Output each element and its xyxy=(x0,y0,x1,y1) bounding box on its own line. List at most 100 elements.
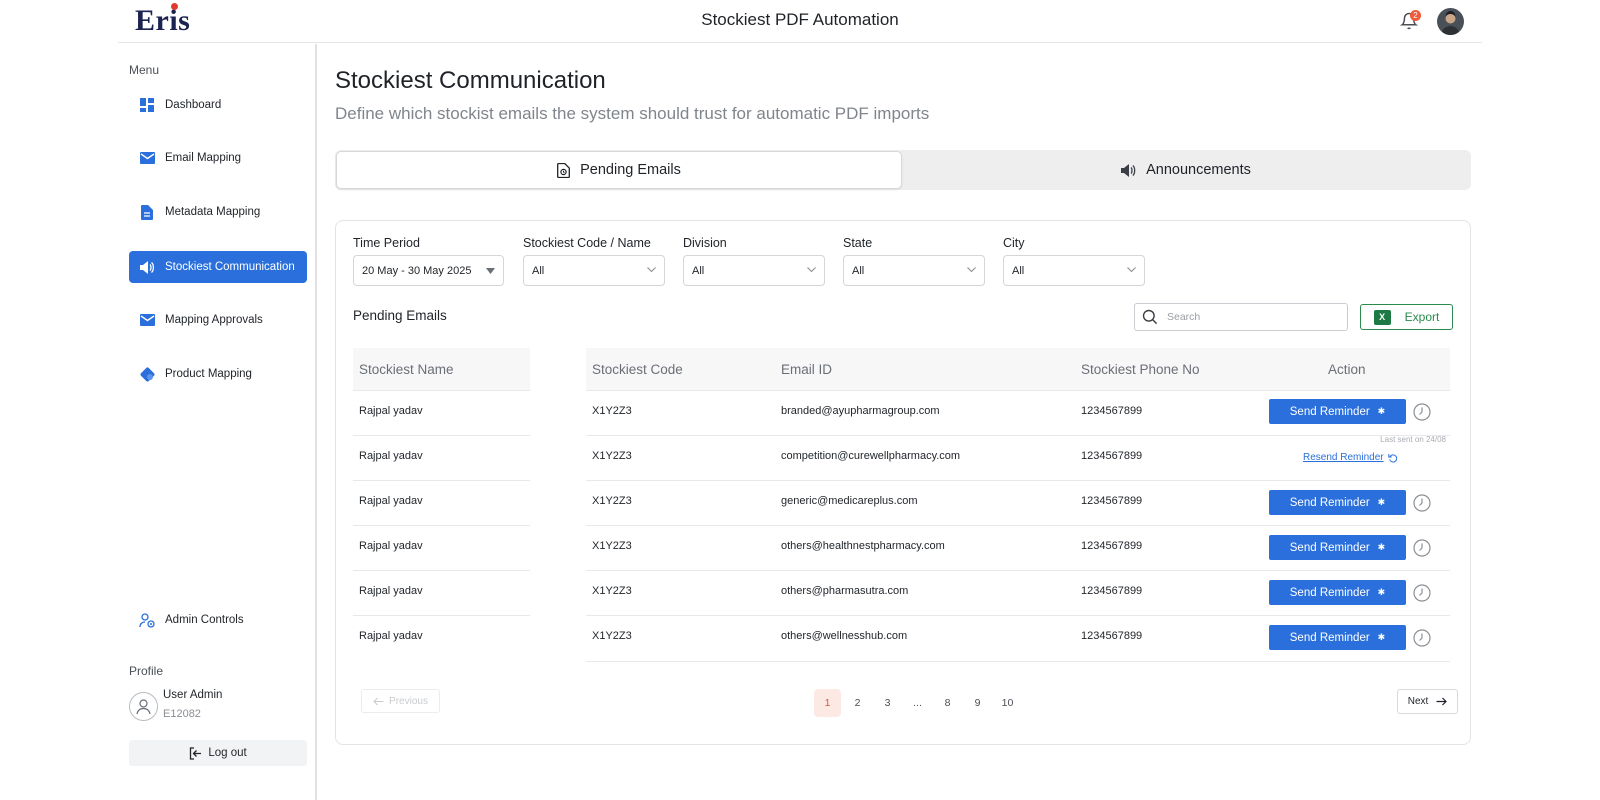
cell-stockiest-name: Rajpal yadav xyxy=(359,540,423,552)
dashboard-icon xyxy=(139,97,155,113)
product-icon xyxy=(139,366,155,382)
page-button-2[interactable]: 2 xyxy=(844,689,871,717)
sidebar-item-email-mapping[interactable]: Email Mapping xyxy=(129,142,307,174)
logout-button[interactable]: Log out xyxy=(129,740,307,766)
send-reminder-button[interactable]: Send Reminder ✱ xyxy=(1269,535,1406,560)
menu-heading: Menu xyxy=(129,63,160,77)
page-button-9[interactable]: 9 xyxy=(964,689,991,717)
row-divider xyxy=(586,390,1450,391)
history-clock-icon[interactable] xyxy=(1413,494,1431,512)
document-icon xyxy=(139,204,155,220)
page-button-1[interactable]: 1 xyxy=(814,689,841,717)
send-sparkle-icon: ✱ xyxy=(1377,406,1386,416)
send-reminder-label: Send Reminder xyxy=(1289,541,1370,554)
select-value: All xyxy=(692,264,705,277)
row-divider xyxy=(353,570,530,571)
row-divider xyxy=(586,435,1450,436)
send-sparkle-icon: ✱ xyxy=(1377,497,1386,507)
history-clock-icon[interactable] xyxy=(1413,539,1431,557)
cell-stockiest-code: X1Y2Z3 xyxy=(592,585,632,597)
tab-announcements[interactable]: Announcements xyxy=(903,151,1469,189)
sidebar-item-dashboard[interactable]: Dashboard xyxy=(129,89,307,121)
tab-bar: Pending Emails Announcements xyxy=(335,150,1471,190)
search-icon xyxy=(1142,309,1158,325)
cell-stockiest-code: X1Y2Z3 xyxy=(592,450,632,462)
send-reminder-button[interactable]: Send Reminder ✱ xyxy=(1269,625,1406,650)
pending-document-icon xyxy=(557,162,571,178)
column-header-name: Stockiest Name xyxy=(359,362,454,377)
cell-phone: 1234567899 xyxy=(1081,585,1143,597)
history-clock-icon[interactable] xyxy=(1413,584,1431,602)
city-select[interactable]: All xyxy=(1003,255,1145,286)
sidebar-item-metadata-mapping[interactable]: Metadata Mapping xyxy=(129,196,307,228)
filter-label-state: State xyxy=(843,236,873,250)
cell-stockiest-code: X1Y2Z3 xyxy=(592,540,632,552)
cell-stockiest-name: Rajpal yadav xyxy=(359,630,423,642)
refresh-icon xyxy=(1387,453,1397,463)
pending-emails-panel: Time Period 20 May - 30 May 2025 Stockie… xyxy=(335,220,1471,745)
page-button-10[interactable]: 10 xyxy=(994,689,1021,717)
chevron-down-icon xyxy=(807,267,816,273)
admin-user-icon xyxy=(139,612,155,628)
excel-icon: X xyxy=(1373,309,1391,325)
cell-email: others@wellnesshub.com xyxy=(781,630,908,642)
state-select[interactable]: All xyxy=(843,255,985,286)
sidebar-item-admin-controls[interactable]: Admin Controls xyxy=(129,604,307,636)
column-header-code: Stockiest Code xyxy=(592,362,683,377)
previous-page-button[interactable]: Previous xyxy=(361,689,440,713)
send-reminder-button[interactable]: Send Reminder ✱ xyxy=(1269,580,1406,605)
stockiest-select[interactable]: All xyxy=(523,255,665,286)
send-reminder-button[interactable]: Send Reminder ✱ xyxy=(1269,399,1406,424)
cell-email: others@pharmasutra.com xyxy=(781,585,909,597)
profile-name: User Admin xyxy=(163,689,223,701)
table-header-row xyxy=(586,348,1450,390)
page-button-8[interactable]: 8 xyxy=(934,689,961,717)
export-label: Export xyxy=(1404,310,1440,324)
page-ellipsis: ... xyxy=(913,697,922,709)
row-divider xyxy=(353,525,530,526)
time-period-select[interactable]: 20 May - 30 May 2025 xyxy=(353,255,504,286)
export-button[interactable]: X Export xyxy=(1360,304,1453,330)
cell-email: generic@medicareplus.com xyxy=(781,495,918,507)
search-input[interactable]: Search xyxy=(1134,303,1348,331)
page-title: Stockiest Communication xyxy=(335,67,606,94)
logout-label: Log out xyxy=(208,747,247,759)
cell-phone: 1234567899 xyxy=(1081,405,1143,417)
chevron-down-icon xyxy=(647,267,656,273)
user-avatar[interactable] xyxy=(1437,8,1464,35)
send-reminder-button[interactable]: Send Reminder ✱ xyxy=(1269,490,1406,515)
cell-stockiest-code: X1Y2Z3 xyxy=(592,495,632,507)
filter-label-time-period: Time Period xyxy=(353,236,420,250)
row-divider xyxy=(586,615,1450,616)
select-value: All xyxy=(1012,264,1025,277)
chevron-down-icon xyxy=(967,267,976,273)
caret-down-icon xyxy=(486,268,495,274)
cell-phone: 1234567899 xyxy=(1081,450,1143,462)
sidebar-item-label: Email Mapping xyxy=(165,152,242,164)
app-title: Stockiest PDF Automation xyxy=(701,10,899,29)
send-sparkle-icon: ✱ xyxy=(1377,542,1386,552)
page-button-3[interactable]: 3 xyxy=(874,689,901,717)
next-page-button[interactable]: Next xyxy=(1397,689,1458,714)
sidebar-item-stockiest-communication[interactable]: Stockiest Communication xyxy=(129,251,307,283)
send-sparkle-icon: ✱ xyxy=(1377,587,1386,597)
sidebar: Menu Dashboard Email Mapping Metadata Ma… xyxy=(118,44,317,800)
resend-reminder-link[interactable]: Resend Reminder xyxy=(1303,452,1398,463)
sidebar-item-product-mapping[interactable]: Product Mapping xyxy=(129,358,307,390)
mail-icon xyxy=(139,150,155,166)
tab-pending-emails[interactable]: Pending Emails xyxy=(336,151,902,189)
sidebar-item-mapping-approvals[interactable]: Mapping Approvals xyxy=(129,304,307,336)
send-reminder-label: Send Reminder xyxy=(1289,631,1370,644)
history-clock-icon[interactable] xyxy=(1413,629,1431,647)
filter-label-stockiest: Stockiest Code / Name xyxy=(523,236,651,250)
history-clock-icon[interactable] xyxy=(1413,403,1431,421)
cell-phone: 1234567899 xyxy=(1081,540,1143,552)
column-header-phone: Stockiest Phone No xyxy=(1081,362,1200,377)
division-select[interactable]: All xyxy=(683,255,825,286)
table-title: Pending Emails xyxy=(353,308,447,323)
top-bar: Eri s Stockiest PDF Automation 2 xyxy=(118,0,1482,43)
send-sparkle-icon: ✱ xyxy=(1377,632,1386,642)
cell-stockiest-name: Rajpal yadav xyxy=(359,450,423,462)
notification-badge: 2 xyxy=(1410,10,1421,21)
page-subtitle: Define which stockist emails the system … xyxy=(335,104,930,123)
